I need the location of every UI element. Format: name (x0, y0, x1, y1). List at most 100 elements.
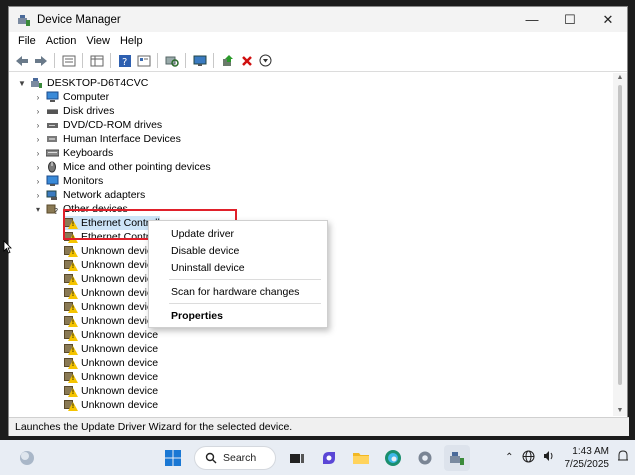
menu-divider (169, 279, 321, 280)
device-unknown[interactable]: ! Unknown devic (64, 258, 152, 272)
monitor-icon[interactable] (191, 52, 208, 69)
uninstall-icon[interactable] (238, 52, 255, 69)
help-icon[interactable]: ? (116, 52, 133, 69)
category-label: Network adapters (63, 189, 146, 201)
svg-text:?: ? (54, 207, 58, 215)
menu-divider (169, 303, 321, 304)
chevron-right-icon[interactable]: › (33, 107, 43, 116)
status-text: Launches the Update Driver Wizard for th… (15, 421, 293, 433)
ctx-disable-device[interactable]: Disable device (171, 243, 239, 259)
scan-hardware-icon[interactable] (163, 52, 180, 69)
device-unknown[interactable]: ! Unknown devic (64, 272, 152, 286)
device-label: Unknown devic (81, 301, 153, 313)
device-unknown[interactable]: ! Unknown devic (64, 314, 152, 328)
category-label: Monitors (63, 175, 104, 187)
chevron-right-icon[interactable]: › (33, 135, 43, 144)
tree-category-network[interactable]: › Network adapters (33, 188, 146, 202)
warning-device-icon: ! (64, 259, 78, 271)
copilot-icon[interactable] (316, 445, 342, 471)
device-unknown[interactable]: ! Unknown devic (64, 286, 152, 300)
file-explorer-icon[interactable] (348, 445, 374, 471)
tree-category-monitors[interactable]: › Monitors (33, 174, 104, 188)
network-volume-icon[interactable] (543, 450, 557, 465)
scroll-thumb[interactable] (618, 85, 622, 385)
device-unknown[interactable]: ! Unknown devic (64, 244, 152, 258)
ctx-scan-hardware[interactable]: Scan for hardware changes (171, 284, 299, 300)
menu-file[interactable]: File (13, 35, 41, 47)
chevron-right-icon[interactable]: › (33, 121, 43, 130)
chevron-right-icon[interactable]: › (33, 191, 43, 200)
close-button[interactable]: ✕ (589, 7, 627, 32)
tree-root-label: DESKTOP-D6T4CVC (47, 77, 149, 89)
minimize-button[interactable]: — (513, 7, 551, 32)
device-label: Unknown device (81, 329, 159, 341)
device-unknown[interactable]: ! Unknown device (64, 398, 158, 412)
device-unknown[interactable]: ! Unknown device (64, 384, 158, 398)
menu-view[interactable]: View (81, 35, 115, 47)
ctx-update-driver[interactable]: Update driver (171, 226, 234, 242)
clock-time: 1:43 AM (572, 445, 609, 457)
title-bar[interactable]: Device Manager — ☐ ✕ (9, 7, 627, 32)
view-list-icon[interactable] (135, 52, 152, 69)
chevron-right-icon[interactable]: › (33, 149, 43, 158)
clock[interactable]: 1:43 AM 7/25/2025 (565, 445, 610, 471)
category-label: Keyboards (63, 147, 114, 159)
window-title: Device Manager (37, 13, 121, 26)
warning-device-icon: ! (64, 273, 78, 285)
warning-device-icon: ! (64, 301, 78, 313)
chevron-right-icon[interactable]: › (33, 177, 43, 186)
weather-widget-icon[interactable] (14, 445, 40, 471)
device-manager-icon (17, 13, 31, 27)
update-driver-icon[interactable] (219, 52, 236, 69)
forward-icon[interactable] (32, 52, 49, 69)
menu-action[interactable]: Action (41, 35, 82, 47)
maximize-button[interactable]: ☐ (551, 7, 589, 32)
system-tray: ⌃ 1:43 AM 7/25/2025 (505, 440, 629, 475)
edge-browser-icon[interactable] (380, 445, 406, 471)
toolbar-divider (213, 53, 214, 68)
device-label: Unknown devic (81, 315, 153, 327)
warning-device-icon: ! (64, 371, 78, 383)
scroll-up-icon[interactable]: ▲ (616, 74, 624, 81)
taskbar-search-input[interactable]: Search (194, 445, 276, 470)
device-manager-taskbar-icon[interactable] (444, 444, 470, 471)
tree-root[interactable]: ▼ DESKTOP-D6T4CVC (17, 76, 148, 90)
warning-device-icon: ! (64, 245, 78, 257)
ctx-properties[interactable]: Properties (171, 308, 223, 324)
computer-icon (46, 91, 59, 103)
warning-device-icon: ! (64, 329, 78, 341)
chevron-down-icon[interactable]: ▼ (17, 79, 27, 88)
device-unknown[interactable]: ! Unknown device (64, 328, 158, 342)
notifications-icon[interactable] (617, 449, 629, 466)
chevron-right-icon[interactable]: › (33, 163, 43, 172)
start-button-icon[interactable] (160, 445, 186, 471)
properties-icon[interactable] (60, 52, 77, 69)
device-unknown[interactable]: ! Unknown devic (64, 300, 152, 314)
device-unknown[interactable]: ! Unknown device (64, 356, 158, 370)
download-icon[interactable] (257, 52, 274, 69)
device-label: Unknown device (81, 371, 159, 383)
chevron-down-icon[interactable]: ▾ (33, 205, 43, 214)
device-unknown[interactable]: ! Unknown device (64, 370, 158, 384)
tree-category-computer[interactable]: › Computer (33, 90, 109, 104)
tree-category-mice[interactable]: › Mice and other pointing devices (33, 160, 211, 174)
device-label: Unknown device (81, 385, 159, 397)
chevron-up-icon[interactable]: ⌃ (505, 452, 513, 463)
search-label: Search (223, 451, 257, 464)
chevron-right-icon[interactable]: › (33, 93, 43, 102)
menu-help[interactable]: Help (115, 35, 148, 47)
back-icon[interactable] (13, 52, 30, 69)
vertical-scrollbar[interactable]: ▲ ▼ (613, 73, 627, 416)
settings-gear-icon[interactable] (412, 445, 438, 471)
tree-category-keyboards[interactable]: › Keyboards (33, 146, 114, 160)
device-unknown[interactable]: ! Unknown device (64, 342, 158, 356)
tree-category-dvd[interactable]: › DVD/CD-ROM drives (33, 118, 163, 132)
tree-category-disk[interactable]: › Disk drives (33, 104, 115, 118)
scroll-down-icon[interactable]: ▼ (616, 407, 624, 414)
language-globe-icon[interactable] (522, 450, 535, 466)
toolbar-divider (110, 53, 111, 68)
tree-category-hid[interactable]: › Human Interface Devices (33, 132, 181, 146)
ctx-uninstall-device[interactable]: Uninstall device (171, 260, 245, 276)
details-grid-icon[interactable] (88, 52, 105, 69)
task-view-icon[interactable] (284, 445, 310, 471)
